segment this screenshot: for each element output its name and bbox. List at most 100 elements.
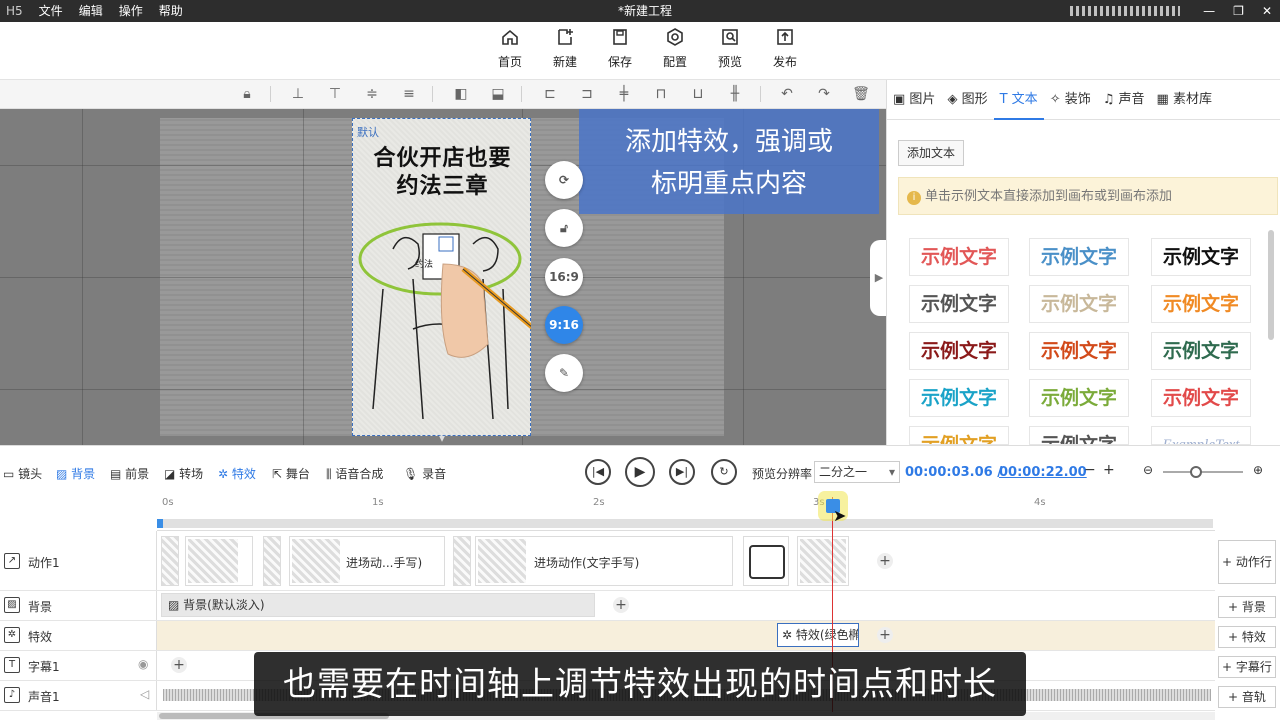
text-sample-7[interactable]: 示例文字 bbox=[909, 332, 1009, 370]
flip-vertical-icon[interactable]: ⬓ bbox=[489, 85, 507, 103]
add-text-button[interactable]: 添加文本 bbox=[898, 140, 964, 166]
undo-icon[interactable]: ↶ bbox=[778, 85, 796, 103]
loop-button[interactable]: ↻ bbox=[711, 459, 737, 485]
tab-image[interactable]: ▣ 图片 bbox=[887, 80, 941, 120]
align-bottom-icon[interactable]: ⊥ bbox=[289, 85, 307, 103]
eye-icon[interactable]: ◉ bbox=[138, 657, 148, 671]
action-clip-text-handwrite[interactable]: 进场动作(文字手写) bbox=[475, 536, 733, 586]
add-effect-clip-button[interactable]: + bbox=[877, 627, 893, 643]
text-sample-10[interactable]: 示例文字 bbox=[909, 379, 1009, 417]
ratio-16-9-button[interactable]: 16:9 bbox=[545, 258, 583, 296]
add-audio-row-button[interactable]: + 音轨 bbox=[1218, 686, 1276, 708]
lock-icon[interactable]: 🔒︎ bbox=[238, 85, 256, 103]
tab-text[interactable]: T 文本 bbox=[993, 80, 1044, 120]
text-sample-2[interactable]: 示例文字 bbox=[1029, 238, 1129, 276]
minimize-button[interactable]: — bbox=[1203, 4, 1215, 18]
add-caption-button[interactable]: + bbox=[171, 657, 187, 673]
publish-button[interactable]: 发布 bbox=[765, 28, 805, 70]
text-sample-5[interactable]: 示例文字 bbox=[1029, 285, 1129, 323]
text-sample-9[interactable]: 示例文字 bbox=[1151, 332, 1251, 370]
maximize-button[interactable]: ❐ bbox=[1233, 4, 1244, 18]
add-background-row-button[interactable]: + 背景 bbox=[1218, 596, 1276, 618]
align-left-icon[interactable]: ⊏ bbox=[541, 85, 559, 103]
menu-help[interactable]: 帮助 bbox=[151, 0, 191, 22]
action-clip-b[interactable] bbox=[185, 536, 253, 586]
text-sample-4[interactable]: 示例文字 bbox=[909, 285, 1009, 323]
timeline-ruler[interactable]: 0s 1s 2s 3s 4s bbox=[157, 497, 1215, 531]
distribute-icon[interactable]: ≡ bbox=[400, 85, 418, 103]
text-sample-13[interactable]: 示例文字 bbox=[909, 426, 1009, 445]
preview-button[interactable]: 预览 bbox=[710, 28, 750, 70]
zoom-out-icon[interactable]: ⊖ bbox=[1143, 463, 1153, 477]
range-start-handle[interactable] bbox=[157, 519, 163, 528]
caption-overlay[interactable]: 添加特效，强调或 标明重点内容 bbox=[579, 109, 879, 214]
next-button[interactable]: ▶| bbox=[669, 459, 695, 485]
volume-icon[interactable]: ◁ bbox=[140, 687, 149, 701]
scene-card[interactable]: 默认 合伙开店也要 约法三章 约法 bbox=[352, 118, 531, 436]
align-right-icon[interactable]: ⊐ bbox=[578, 85, 596, 103]
tts-button[interactable]: ⫼ 语音合成 bbox=[326, 465, 383, 482]
effect-clip[interactable]: ✲ 特效(绿色椭 bbox=[777, 623, 859, 647]
tab-library[interactable]: ▦ 素材库 bbox=[1151, 80, 1218, 120]
minus-icon[interactable]: − bbox=[1084, 462, 1096, 478]
text-sample-15[interactable]: ExampleText bbox=[1151, 426, 1251, 445]
action-clip-c[interactable] bbox=[263, 536, 281, 586]
resolution-select[interactable]: 二分之一 ▾ bbox=[814, 461, 900, 483]
align-vcenter-icon[interactable]: ╫ bbox=[726, 85, 744, 103]
add-effect-row-button[interactable]: + 特效 bbox=[1218, 626, 1276, 648]
transition-button[interactable]: ◪ 转场 bbox=[164, 465, 203, 482]
text-sample-3[interactable]: 示例文字 bbox=[1151, 238, 1251, 276]
rotate-button[interactable]: ⟳ bbox=[545, 161, 583, 199]
action-clip-f[interactable] bbox=[797, 536, 849, 586]
foreground-button[interactable]: ▤ 前景 bbox=[110, 465, 149, 482]
tab-shape[interactable]: ◈ 图形 bbox=[941, 80, 993, 120]
stage-button[interactable]: ⇱ 舞台 bbox=[272, 465, 310, 482]
flip-horizontal-icon[interactable]: ◧ bbox=[452, 85, 470, 103]
action-clip-handwrite[interactable]: 进场动...手写) bbox=[289, 536, 445, 586]
canvas-area[interactable]: 默认 合伙开店也要 约法三章 约法 添加特效，强调或 标明重点内容 ⟳ 🔓︎ 1… bbox=[0, 109, 886, 445]
config-button[interactable]: 配置 bbox=[655, 28, 695, 70]
text-sample-11[interactable]: 示例文字 bbox=[1029, 379, 1129, 417]
text-sample-6[interactable]: 示例文字 bbox=[1151, 285, 1251, 323]
menu-operate[interactable]: 操作 bbox=[111, 0, 151, 22]
action-clip-d[interactable] bbox=[453, 536, 471, 586]
save-button[interactable]: 保存 bbox=[600, 28, 640, 70]
text-sample-1[interactable]: 示例文字 bbox=[909, 238, 1009, 276]
panel-scrollbar[interactable] bbox=[1268, 230, 1274, 340]
action-clip-e[interactable] bbox=[743, 536, 789, 586]
align-bottom2-icon[interactable]: ⊔ bbox=[689, 85, 707, 103]
background-clip[interactable]: ▨ 背景(默认淡入) bbox=[161, 593, 595, 617]
align-middle-icon[interactable]: ≑ bbox=[363, 85, 381, 103]
effect-button[interactable]: ✲ 特效 bbox=[218, 465, 256, 482]
text-sample-8[interactable]: 示例文字 bbox=[1029, 332, 1129, 370]
add-action-row-button[interactable]: + 动作行 bbox=[1218, 540, 1276, 584]
unlock-button[interactable]: 🔓︎ bbox=[545, 209, 583, 247]
menu-file[interactable]: 文件 bbox=[31, 0, 71, 22]
zoom-handle[interactable] bbox=[1190, 466, 1202, 478]
collapse-down-icon[interactable]: ▾ bbox=[432, 431, 452, 445]
edit-button[interactable]: ✎ bbox=[545, 354, 583, 392]
add-background-clip-button[interactable]: + bbox=[613, 597, 629, 613]
total-time[interactable]: 00:00:22.00 bbox=[999, 465, 1087, 480]
plus-icon[interactable]: + bbox=[1103, 462, 1115, 478]
zoom-slider[interactable] bbox=[1163, 471, 1243, 473]
prev-button[interactable]: |◀ bbox=[585, 459, 611, 485]
align-top-icon[interactable]: ⊤ bbox=[326, 85, 344, 103]
zoom-in-icon[interactable]: ⊕ bbox=[1253, 463, 1263, 477]
add-caption-row-button[interactable]: + 字幕行 bbox=[1218, 656, 1276, 678]
add-action-clip-button[interactable]: + bbox=[877, 553, 893, 569]
ratio-9-16-button[interactable]: 9:16 bbox=[545, 306, 583, 344]
text-sample-14[interactable]: 示例文字 bbox=[1029, 426, 1129, 445]
record-button[interactable]: 🎙︎ 录音 bbox=[403, 465, 446, 482]
tab-sound[interactable]: ♫ 声音 bbox=[1097, 80, 1151, 120]
text-sample-12[interactable]: 示例文字 bbox=[1151, 379, 1251, 417]
action-clip-a[interactable] bbox=[161, 536, 179, 586]
new-button[interactable]: 新建 bbox=[545, 28, 585, 70]
background-button[interactable]: ▨ 背景 bbox=[56, 465, 95, 482]
home-button[interactable]: 首页 bbox=[490, 28, 530, 70]
play-button[interactable]: ▶ bbox=[625, 457, 655, 487]
delete-icon[interactable]: 🗑︎ bbox=[852, 85, 870, 103]
align-top2-icon[interactable]: ⊓ bbox=[652, 85, 670, 103]
close-button[interactable]: ✕ bbox=[1262, 4, 1272, 18]
tab-decoration[interactable]: ✧ 装饰 bbox=[1044, 80, 1097, 120]
